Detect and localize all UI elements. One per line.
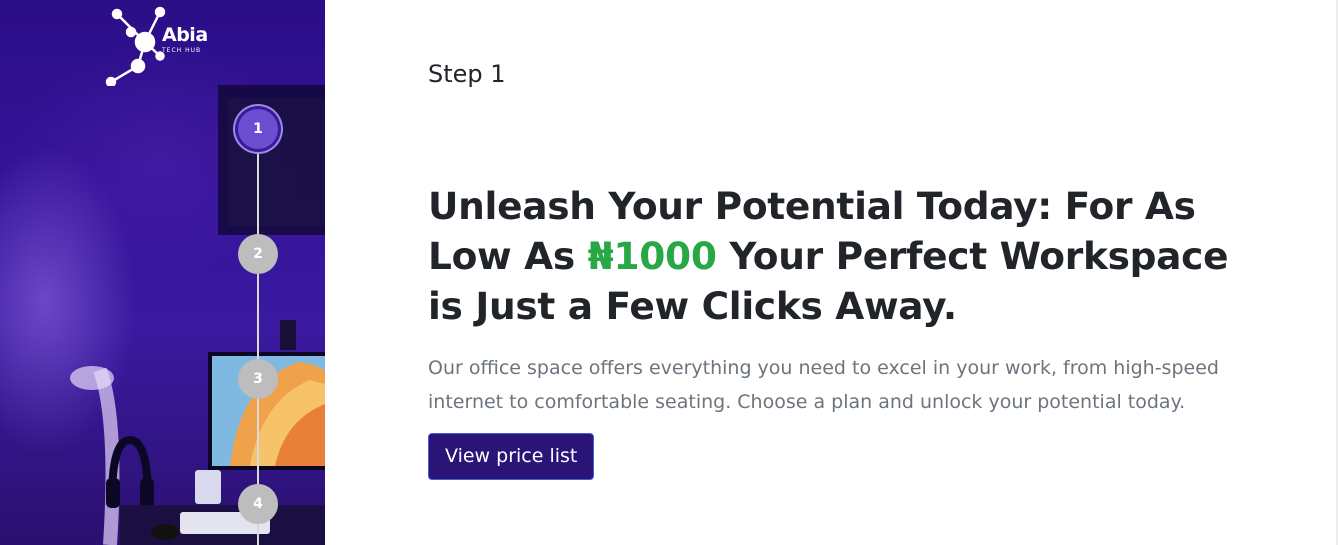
view-price-list-button[interactable]: View price list [428, 433, 595, 480]
brand-tagline: TECH HUB [162, 47, 202, 54]
sidebar-hero-panel: Abia TECH HUB 1 2 3 4 [0, 0, 325, 545]
step-4-indicator[interactable]: 4 [238, 484, 278, 524]
step-label: Step 1 [428, 60, 506, 88]
step-1-indicator[interactable]: 1 [238, 109, 278, 149]
description: Our office space offers everything you n… [428, 357, 1219, 413]
stepper-track [257, 130, 259, 545]
headline-price: ₦1000 [587, 234, 717, 278]
step-3-indicator[interactable]: 3 [238, 359, 278, 399]
headline: Unleash Your Potential Today: For As Low… [428, 181, 1268, 331]
page: Abia TECH HUB 1 2 3 4 Step 1 Unleash You… [0, 0, 1338, 545]
brand-name: Abia [162, 24, 208, 46]
step-2-indicator[interactable]: 2 [238, 234, 278, 274]
